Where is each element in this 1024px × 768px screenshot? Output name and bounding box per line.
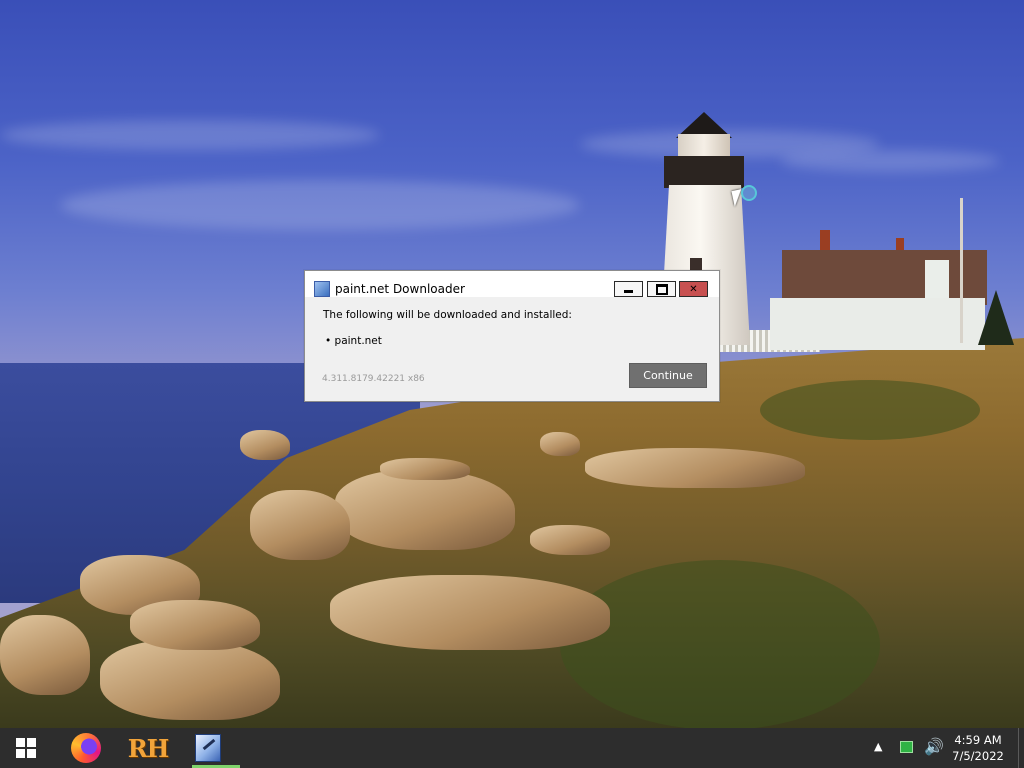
- maximize-icon: [655, 283, 668, 295]
- taskbar-app-rh[interactable]: RH: [124, 728, 172, 768]
- version-text: 4.311.8179.42221 x86: [322, 374, 425, 384]
- tray-overflow-chevron-icon[interactable]: ▲: [874, 740, 882, 753]
- bush: [560, 560, 880, 728]
- rock: [100, 640, 280, 720]
- house-body: [770, 298, 985, 350]
- continue-button[interactable]: Continue: [629, 363, 707, 388]
- rock: [240, 430, 290, 460]
- rock: [330, 575, 610, 650]
- clock-date: 7/5/2022: [952, 749, 1004, 763]
- paintnet-icon: [195, 734, 221, 762]
- close-button[interactable]: ✕: [679, 281, 708, 297]
- rock: [335, 470, 515, 550]
- busy-spinner-icon: [741, 185, 757, 201]
- house-dormer: [925, 260, 949, 300]
- firefox-icon: [71, 733, 101, 763]
- minimize-icon: [624, 290, 633, 293]
- show-desktop-button[interactable]: [1018, 728, 1019, 768]
- network-icon[interactable]: [900, 741, 913, 753]
- rock: [130, 600, 260, 650]
- house-roof: [782, 250, 987, 305]
- bush: [760, 380, 980, 440]
- cloud: [780, 150, 1000, 172]
- minimize-button[interactable]: [614, 281, 643, 297]
- rock: [530, 525, 610, 555]
- cloud: [0, 120, 380, 150]
- dialog-title: paint.net Downloader: [335, 282, 465, 296]
- rock: [0, 615, 90, 695]
- keepers-house: [770, 230, 987, 350]
- dialog-body: The following will be downloaded and ins…: [305, 297, 719, 401]
- close-icon: ✕: [689, 283, 698, 295]
- maximize-button[interactable]: [647, 281, 676, 297]
- downloader-dialog: paint.net Downloader ✕ The following wil…: [304, 270, 720, 402]
- flag-pole: [960, 198, 963, 343]
- paintnet-app-icon: [314, 281, 330, 297]
- volume-icon[interactable]: 🔊: [924, 737, 944, 756]
- download-item: • paint.net: [325, 335, 382, 347]
- windows-logo-icon: [16, 738, 36, 758]
- taskbar: RH ▲ 🔊 4:59 AM 7/5/2022: [0, 728, 1024, 768]
- lighthouse-window: [690, 258, 702, 270]
- rock: [380, 458, 470, 480]
- rock: [250, 490, 350, 560]
- clock-time: 4:59 AM: [954, 733, 1002, 747]
- lighthouse-gallery: [664, 156, 744, 188]
- intro-text: The following will be downloaded and ins…: [323, 309, 572, 321]
- rock: [585, 448, 805, 488]
- taskbar-app-firefox[interactable]: [62, 728, 110, 768]
- dialog-titlebar[interactable]: paint.net Downloader ✕: [305, 271, 719, 297]
- rh-icon: RH: [127, 733, 170, 763]
- system-clock[interactable]: 4:59 AM 7/5/2022: [944, 732, 1012, 764]
- rock: [540, 432, 580, 456]
- cloud: [60, 180, 580, 230]
- taskbar-app-paintnet[interactable]: [184, 728, 232, 768]
- start-button[interactable]: [6, 728, 46, 768]
